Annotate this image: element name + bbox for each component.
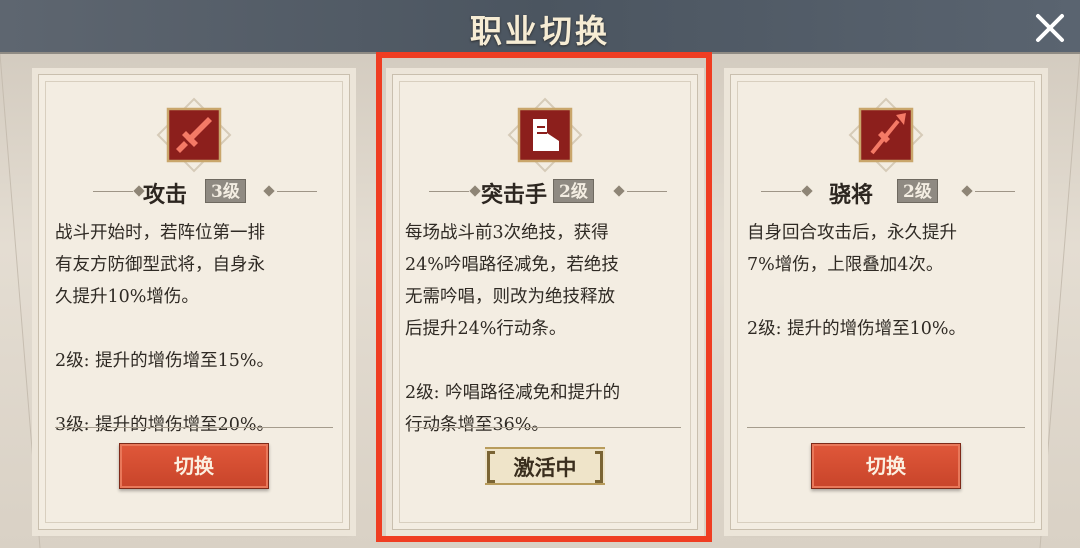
class-description: 战斗开始时，若阵位第一排 有友方防御型武将，自身永 久提升10%增伤。 2级: … [55,223,274,435]
class-description: 自身回合攻击后，永久提升 7%增伤，上限叠加4次。 2级: 提升的增伤增至10%… [747,223,966,339]
close-icon[interactable] [1028,6,1072,50]
switch-button[interactable]: 切换 [119,443,269,489]
divider-dot [801,185,813,197]
class-card-valiant-general[interactable]: 骁将 2级 自身回合攻击后，永久提升 7%增伤，上限叠加4次。 2级: 提升的增… [730,74,1042,530]
divider-left [93,191,133,192]
selection-highlight [376,52,712,542]
card-heading: 攻击 3级 [39,177,349,208]
divider-dot [961,185,973,197]
divider-right [277,191,317,192]
class-card-attack[interactable]: 攻击 3级 战斗开始时，若阵位第一排 有友方防御型武将，自身永 久提升10%增伤… [38,74,350,530]
sword-icon [156,97,232,173]
page-title: 职业切换 [469,12,610,50]
switch-button[interactable]: 切换 [811,443,961,489]
divider-dot [263,185,275,197]
divider-right [975,191,1015,192]
class-name: 攻击 [143,182,188,208]
divider [747,427,1025,428]
class-level-badge: 2级 [897,179,938,203]
title-bar: 职业切换 [0,0,1080,54]
divider-left [761,191,801,192]
halberd-icon [848,97,924,173]
class-level-badge: 3级 [205,179,246,203]
card-heading: 骁将 2级 [731,177,1041,208]
class-name: 骁将 [829,182,874,208]
divider [55,427,333,428]
